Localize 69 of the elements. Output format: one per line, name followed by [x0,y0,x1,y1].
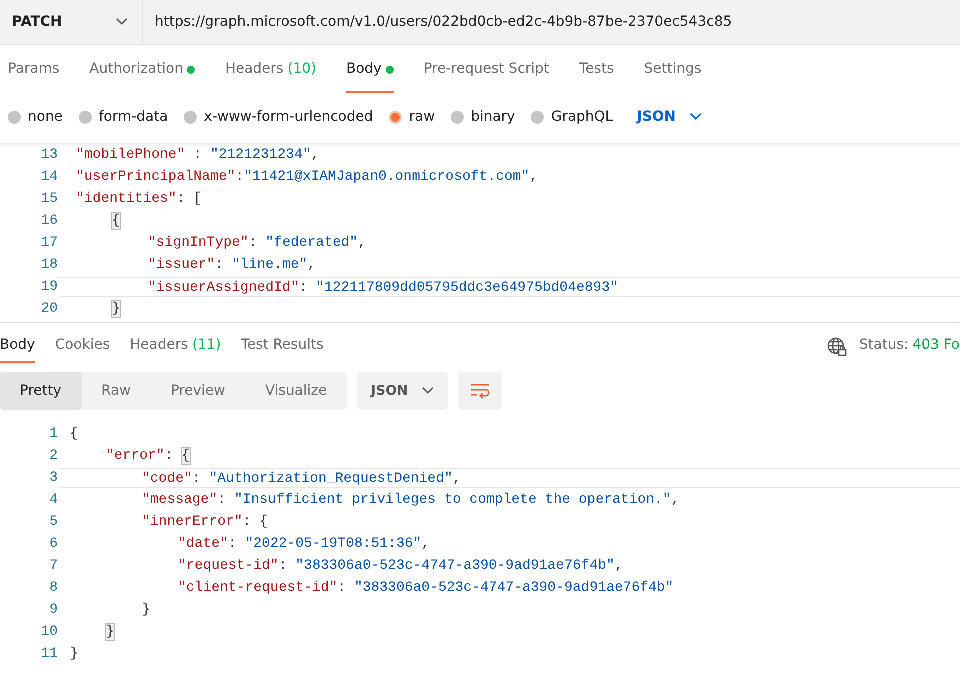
code-line: "message": "Insufficient privileges to complete the operation.", [142,492,680,508]
line-number: 16 [40,213,58,229]
request-tab[interactable]: Pre-request Script [424,61,550,93]
view-mode-tab[interactable]: Preview [150,372,246,410]
code-line: "issuerAssignedId": "122117809dd05795ddc3e64975bd04e893" [148,280,618,296]
view-mode-tab[interactable]: Raw [82,372,151,410]
code-line: } [142,602,150,618]
status-label: Status: [859,337,909,353]
status-code: 403 Fo [912,337,960,353]
body-type-radio[interactable]: none [8,109,63,125]
code-line: "identities": [ [76,191,202,207]
format-dropdown[interactable]: JSON [637,109,702,125]
line-number: 15 [40,191,58,207]
body-type-radio[interactable]: x-www-form-urlencoded [184,109,374,125]
request-tab[interactable]: Headers (10) [225,61,316,93]
line-number: 1 [48,426,58,442]
request-tab[interactable]: Settings [644,61,702,93]
format-dropdown[interactable]: JSON [357,372,448,410]
code-line: "error": { [106,448,190,464]
code-line: { [70,426,78,442]
code-line: "innerError": { [142,514,268,530]
line-number: 20 [40,301,58,317]
url-field[interactable]: https://graph.microsoft.com/v1.0/users/022bd0cb-ed2c-4b9b-87be-2370ec543c85 [143,0,960,44]
body-type-radio[interactable]: form-data [78,109,168,125]
line-number: 14 [40,169,58,185]
view-mode-tab[interactable]: Visualize [245,372,348,410]
response-tab[interactable]: Headers (11) [130,337,222,363]
body-type-radio[interactable]: raw [389,109,436,125]
chevron-down-icon [690,113,702,121]
code-line: "client-request-id": "383306a0-523c-4747-a390-9ad91ae76f4b" [178,580,674,596]
response-tab[interactable]: Test Results [241,337,324,363]
code-line: "userPrincipalName":"11421@xIAMJapan0.onmicrosoft.com", [76,169,538,185]
line-number: 18 [40,257,58,273]
line-number: 7 [48,558,58,574]
request-tab[interactable]: Params [8,61,60,93]
line-number: 13 [40,147,58,163]
code-line: "signInType": "federated", [148,235,366,251]
code-line: "code": "Authorization_RequestDenied", [142,471,462,487]
line-number: 3 [48,470,58,486]
request-tab[interactable]: Authorization [90,61,196,93]
method-dropdown[interactable]: PATCH [0,0,143,44]
wrap-lines-button[interactable] [458,372,502,410]
code-line: "issuer": "line.me", [148,257,316,273]
response-tab[interactable]: Body [0,337,36,363]
code-line: "date": "2022-05-19T08:51:36", [178,536,430,552]
line-number: 10 [40,624,58,640]
line-number: 17 [40,235,58,251]
view-mode-tab[interactable]: Pretty [0,372,82,410]
code-line: "mobilePhone" : "2121231234", [76,147,320,163]
request-body-editor[interactable] [0,143,960,323]
request-tab[interactable]: Body [346,61,394,93]
line-number: 9 [48,602,58,618]
line-number: 8 [48,580,58,596]
response-tab[interactable]: Cookies [55,337,110,363]
body-type-radio[interactable]: binary [451,109,516,125]
chevron-down-icon [422,387,434,395]
request-tab[interactable]: Tests [579,61,614,93]
body-type-radio[interactable]: GraphQL [531,109,614,125]
globe-lock-icon[interactable] [827,337,848,357]
line-number: 2 [48,448,58,464]
line-number: 6 [48,536,58,552]
line-number: 5 [48,514,58,530]
line-number: 19 [40,279,58,295]
code-line: "request-id": "383306a0-523c-4747-a390-9ad91ae76f4b", [178,558,624,574]
code-line: } [70,646,78,662]
wrap-lines-icon [470,383,490,399]
line-number: 11 [40,646,58,662]
line-number: 4 [48,492,58,508]
chevron-down-icon [116,18,128,26]
